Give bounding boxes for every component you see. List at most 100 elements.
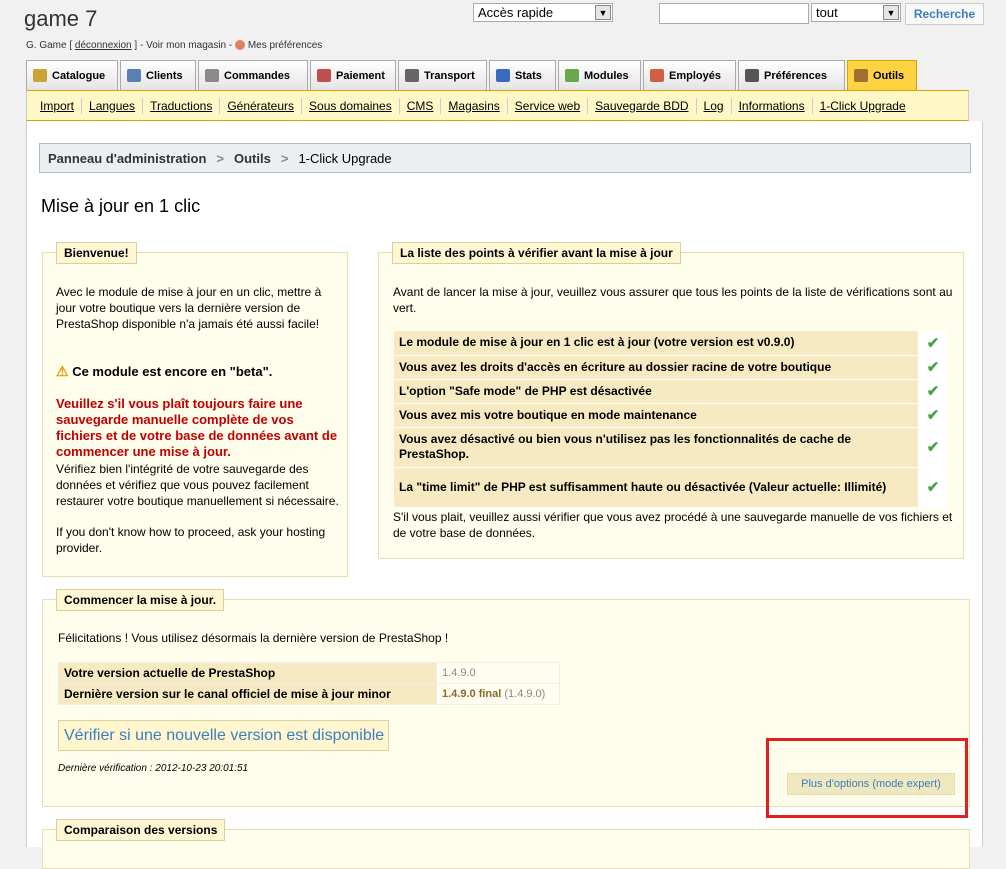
tab-stats[interactable]: Stats	[489, 60, 556, 90]
beta-notice: ⚠ Ce module est encore en "beta".	[56, 363, 341, 380]
subnav-log[interactable]: Log	[697, 97, 732, 114]
welcome-legend: Bienvenue!	[56, 242, 137, 264]
latest-version-value: 1.4.9.0 final	[442, 688, 502, 700]
check-icon: ✔	[926, 334, 940, 352]
tab-preferences[interactable]: Préférences	[738, 60, 845, 90]
breadcrumb-current: 1-Click Upgrade	[298, 150, 392, 166]
help-text: If you don't know how to proceed, ask yo…	[56, 525, 326, 555]
warning-icon: ⚠	[56, 363, 69, 379]
user-icon	[235, 40, 246, 51]
checklist-intro: Avant de lancer la mise à jour, veuillez…	[393, 285, 953, 315]
subnav-informations[interactable]: Informations	[732, 97, 813, 114]
check-icon: ✔	[926, 479, 940, 496]
beta-text: Ce module est encore en "beta".	[72, 364, 273, 379]
latest-version-paren: (1.4.9.0)	[504, 688, 546, 700]
welcome-intro: Avec le module de mise à jour en un clic…	[56, 285, 322, 331]
folder-icon	[33, 69, 47, 82]
tab-catalogue[interactable]: Catalogue	[26, 60, 118, 90]
search-type-select[interactable]: tout ▼	[811, 3, 901, 22]
latest-version-label: Dernière version sur le canal officiel d…	[58, 683, 437, 705]
search-button[interactable]: Recherche	[905, 3, 984, 25]
tab-commandes[interactable]: Commandes	[198, 60, 308, 90]
wrench-icon	[745, 69, 759, 82]
quick-access-select[interactable]: Accès rapide ▼	[473, 3, 613, 22]
header: game 7 G. Game [ déconnexion ] - Voir mo…	[0, 0, 1006, 60]
check-icon: ✔	[926, 359, 940, 376]
subnav-cms[interactable]: CMS	[400, 97, 442, 114]
breadcrumb: Panneau d'administration > Outils > 1-Cl…	[39, 143, 971, 173]
last-check-timestamp: Dernière vérification : 2012-10-23 20:01…	[58, 763, 249, 774]
comparison-box: Comparaison des versions	[42, 819, 970, 869]
check-icon: ✔	[926, 407, 940, 424]
header-links: G. Game [ déconnexion ] - Voir mon magas…	[26, 40, 322, 51]
chevron-down-icon[interactable]: ▼	[595, 5, 611, 20]
search-type-value: tout	[816, 5, 838, 20]
table-row: Le module de mise à jour en 1 clic est à…	[394, 331, 948, 356]
subnav-magasins[interactable]: Magasins	[441, 97, 508, 114]
breadcrumb-separator: >	[280, 150, 289, 166]
current-version-label: Votre version actuelle de PrestaShop	[58, 662, 437, 684]
backup-warning: Veuillez s'il vous plaît toujours faire …	[56, 396, 338, 459]
breadcrumb-separator: >	[216, 150, 224, 166]
subnav-1-click-upgrade[interactable]: 1-Click Upgrade	[813, 98, 913, 114]
highlight-annotation	[766, 738, 968, 818]
subnav-import[interactable]: Import	[33, 97, 83, 114]
main-tabs: Catalogue Clients Commandes Paiement Tra…	[26, 60, 969, 90]
check-version-button[interactable]: Vérifier si une nouvelle version est dis…	[58, 720, 389, 751]
table-row: Vous avez désactivé ou bien vous n'utili…	[394, 427, 948, 468]
shop-name: game 7	[24, 6, 98, 31]
welcome-box: Bienvenue! Avec le module de mise à jour…	[42, 242, 348, 577]
comparison-legend: Comparaison des versions	[56, 819, 226, 841]
logout-link[interactable]: déconnexion	[75, 40, 132, 51]
page-title: Mise à jour en 1 clic	[41, 196, 201, 216]
chevron-down-icon[interactable]: ▼	[883, 5, 899, 20]
tab-modules[interactable]: Modules	[558, 60, 641, 90]
checklist-legend: La liste des points à vérifier avant la …	[392, 242, 681, 264]
subnav-service-web[interactable]: Service web	[508, 97, 589, 114]
congrats-text: Félicitations ! Vous utilisez désormais …	[58, 631, 449, 645]
table-row: La "time limit" de PHP est suffisamment …	[394, 467, 948, 508]
table-row: Vous avez mis votre boutique en mode mai…	[394, 403, 948, 428]
table-row: L'option "Safe mode" de PHP est désactiv…	[394, 379, 948, 404]
tools-icon	[854, 69, 868, 82]
user-icon	[127, 69, 141, 82]
breadcrumb-parent[interactable]: Outils	[234, 151, 271, 166]
check-icon: ✔	[926, 383, 940, 400]
breadcrumb-root[interactable]: Panneau d'administration	[48, 151, 206, 166]
subnav-langues[interactable]: Langues	[82, 97, 144, 114]
dash: -	[228, 40, 233, 51]
tab-clients[interactable]: Clients	[120, 60, 196, 90]
sub-navigation: Import Langues Traductions Générateurs S…	[26, 90, 969, 121]
version-table: Votre version actuelle de PrestaShop 1.4…	[58, 662, 560, 705]
table-row: Vous avez les droits d'accès en écriture…	[394, 355, 948, 380]
tab-transport[interactable]: Transport	[398, 60, 487, 90]
user-name: G. Game [	[26, 40, 73, 51]
current-version-value: 1.4.9.0	[436, 662, 560, 684]
bar-chart-icon	[496, 69, 510, 82]
latest-version-cell: 1.4.9.0 final (1.4.9.0)	[436, 683, 560, 705]
upgrade-legend: Commencer la mise à jour.	[56, 589, 225, 611]
checklist-table: Le module de mise à jour en 1 clic est à…	[394, 331, 948, 508]
checklist-footer: S'il vous plait, veuillez aussi vérifier…	[393, 510, 953, 540]
payment-icon	[317, 69, 331, 82]
tab-outils[interactable]: Outils	[847, 60, 917, 90]
subnav-traductions[interactable]: Traductions	[143, 97, 221, 114]
subnav-sous-domaines[interactable]: Sous domaines	[302, 97, 400, 114]
view-shop-link[interactable]: Voir mon magasin	[146, 40, 226, 51]
sep: ] -	[134, 40, 144, 51]
tab-paiement[interactable]: Paiement	[310, 60, 396, 90]
puzzle-icon	[565, 69, 579, 82]
truck-icon	[405, 69, 419, 82]
preferences-link[interactable]: Mes préférences	[248, 40, 322, 51]
table-row: Votre version actuelle de PrestaShop 1.4…	[58, 662, 560, 684]
check-icon: ✔	[926, 439, 940, 456]
tab-employes[interactable]: Employés	[643, 60, 736, 90]
subnav-sauvegarde-bdd[interactable]: Sauvegarde BDD	[588, 97, 697, 114]
checklist-box: La liste des points à vérifier avant la …	[378, 242, 964, 559]
cart-icon	[205, 69, 219, 82]
subnav-generateurs[interactable]: Générateurs	[220, 97, 303, 114]
employee-icon	[650, 69, 664, 82]
table-row: Dernière version sur le canal officiel d…	[58, 683, 560, 705]
verify-text: Vérifiez bien l'intégrité de votre sauve…	[56, 462, 339, 508]
search-input[interactable]	[659, 3, 809, 24]
